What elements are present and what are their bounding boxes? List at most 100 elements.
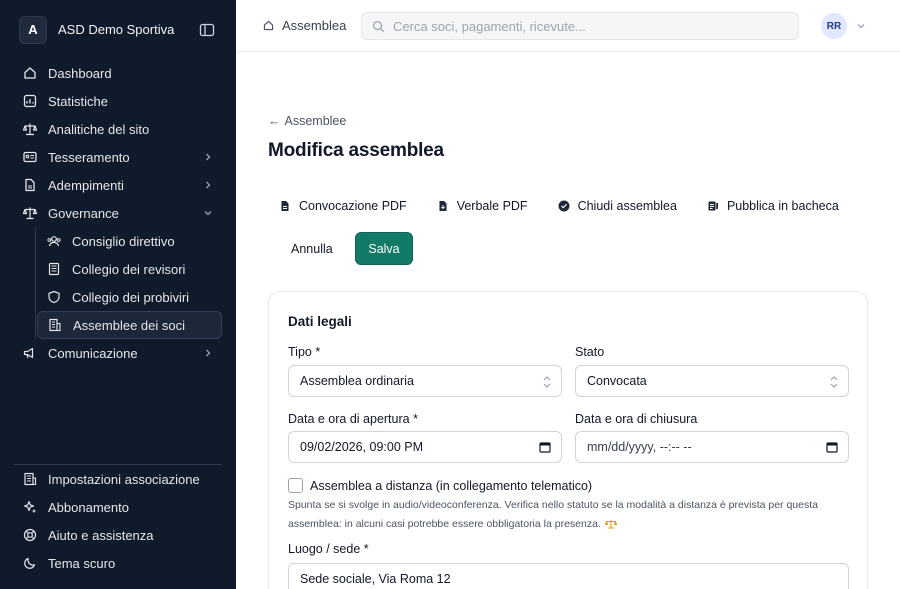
save-button[interactable]: Salva xyxy=(355,232,413,265)
cancel-button[interactable]: Annulla xyxy=(280,235,344,263)
page-title: Modifica assemblea xyxy=(268,140,444,161)
building-settings-icon xyxy=(22,471,38,487)
sidebar-item-label: Assemblee dei soci xyxy=(73,317,185,333)
stato-value: Convocata xyxy=(587,374,647,388)
people-icon xyxy=(46,233,62,249)
brand-name: ASD Demo Sportiva xyxy=(58,22,175,37)
file-download-icon xyxy=(437,200,449,212)
sidebar-item-tema-scuro[interactable]: Tema scuro xyxy=(14,549,222,577)
sidebar-item-label: Comunicazione xyxy=(48,345,138,361)
sidebar-item-label: Adempimenti xyxy=(48,177,124,193)
home-icon xyxy=(262,19,275,32)
avatar: RR xyxy=(821,13,847,39)
id-card-icon xyxy=(22,149,38,165)
chiusura-input[interactable]: mm/dd/yyyy, --:-- -- xyxy=(575,431,849,463)
apertura-input[interactable]: 09/02/2026, 09:00 PM xyxy=(288,431,562,463)
sidebar-item-governance[interactable]: Governance xyxy=(14,199,222,227)
action-toolbar: Convocazione PDF Verbale PDF Chiudi asse… xyxy=(268,192,858,220)
sidebar-toggle-icon[interactable] xyxy=(198,21,216,39)
distanza-checkbox[interactable] xyxy=(288,478,303,493)
sidebar-item-adempimenti[interactable]: Adempimenti xyxy=(14,171,222,199)
balance-warning-icon xyxy=(604,519,617,529)
sidebar-item-analitiche[interactable]: Analitiche del sito xyxy=(14,115,222,143)
breadcrumb[interactable]: Assemblea xyxy=(262,18,346,33)
file-icon xyxy=(279,200,291,212)
brand-avatar: A xyxy=(19,15,47,44)
select-arrows-icon xyxy=(542,375,552,389)
balance-icon xyxy=(22,205,38,221)
lifebuoy-icon xyxy=(22,527,38,543)
sidebar-item-statistiche[interactable]: Statistiche xyxy=(14,87,222,115)
shield-icon xyxy=(46,289,62,305)
governance-submenu: Consiglio direttivo Collegio dei revisor… xyxy=(35,227,222,339)
sidebar-item-collegio-probiviri[interactable]: Collegio dei probiviri xyxy=(37,283,222,311)
user-menu[interactable]: RR xyxy=(821,13,867,39)
topbar: Assemblea RR xyxy=(236,0,900,52)
sidebar-item-tesseramento[interactable]: Tesseramento xyxy=(14,143,222,171)
distanza-help-text: assemblea: in alcuni casi potrebbe esser… xyxy=(288,518,601,530)
verbale-pdf-button[interactable]: Verbale PDF xyxy=(426,192,539,220)
sidebar-item-aiuto[interactable]: Aiuto e assistenza xyxy=(14,521,222,549)
sidebar-item-label: Impostazioni associazione xyxy=(48,471,200,487)
sidebar-item-comunicazione[interactable]: Comunicazione xyxy=(14,339,222,367)
sidebar-item-label: Abbonamento xyxy=(48,499,129,515)
stato-select[interactable]: Convocata xyxy=(575,365,849,397)
calendar-icon[interactable] xyxy=(826,441,838,453)
action-label: Convocazione PDF xyxy=(299,199,407,213)
board-icon xyxy=(707,200,719,212)
distanza-checkbox-row[interactable]: Assemblea a distanza (in collegamento te… xyxy=(288,478,592,493)
sidebar-item-label: Aiuto e assistenza xyxy=(48,527,154,543)
tipo-label: Tipo * xyxy=(288,345,321,359)
chiudi-assemblea-button[interactable]: Chiudi assemblea xyxy=(547,192,688,220)
sidebar-item-consiglio-direttivo[interactable]: Consiglio direttivo xyxy=(37,227,222,255)
brand[interactable]: A ASD Demo Sportiva xyxy=(19,15,216,44)
pubblica-bacheca-button[interactable]: Pubblica in bacheca xyxy=(696,192,850,220)
distanza-help: Spunta se si svolge in audio/videoconfer… xyxy=(288,496,848,534)
sparkle-icon xyxy=(22,499,38,515)
stato-label: Stato xyxy=(575,345,605,359)
luogo-value: Sede sociale, Via Roma 12 xyxy=(300,572,451,586)
sidebar-item-label: Governance xyxy=(48,205,119,221)
ledger-icon xyxy=(46,261,62,277)
scale-icon xyxy=(22,121,38,137)
home-icon xyxy=(22,65,38,81)
convocazione-pdf-button[interactable]: Convocazione PDF xyxy=(268,192,418,220)
chiusura-value: mm/dd/yyyy, --:-- -- xyxy=(587,440,692,454)
tipo-value: Assemblea ordinaria xyxy=(300,374,414,388)
tipo-select[interactable]: Assemblea ordinaria xyxy=(288,365,562,397)
sidebar-item-label: Consiglio direttivo xyxy=(72,233,175,249)
sidebar-nav: Dashboard Statistiche Analitiche del sit… xyxy=(14,59,222,367)
sidebar-item-label: Tesseramento xyxy=(48,149,130,165)
sidebar-item-label: Dashboard xyxy=(48,65,112,81)
apertura-value: 09/02/2026, 09:00 PM xyxy=(300,440,424,454)
building-icon xyxy=(47,317,63,333)
sidebar-bottom-nav: Impostazioni associazione Abbonamento Ai… xyxy=(14,465,222,577)
distanza-label: Assemblea a distanza (in collegamento te… xyxy=(310,478,593,493)
action-label: Chiudi assemblea xyxy=(577,199,677,213)
sidebar-item-assemblee-soci[interactable]: Assemblee dei soci xyxy=(37,311,222,339)
sidebar-item-collegio-revisori[interactable]: Collegio dei revisori xyxy=(37,255,222,283)
luogo-input[interactable]: Sede sociale, Via Roma 12 xyxy=(288,563,849,589)
chiusura-label: Data e ora di chiusura xyxy=(575,412,698,426)
sidebar-item-abbonamento[interactable]: Abbonamento xyxy=(14,493,222,521)
back-link[interactable]: ← Assemblee xyxy=(268,114,346,128)
breadcrumb-label: Assemblea xyxy=(282,18,347,33)
chart-icon xyxy=(22,93,38,109)
calendar-icon[interactable] xyxy=(539,441,551,453)
arrow-left-icon: ← xyxy=(268,114,281,128)
search-input[interactable] xyxy=(393,18,773,34)
section-title: Dati legali xyxy=(288,314,352,329)
apertura-label: Data e ora di apertura * xyxy=(288,412,418,426)
action-label: Pubblica in bacheca xyxy=(726,199,839,213)
sidebar-item-label: Collegio dei revisori xyxy=(72,261,186,277)
search-box[interactable] xyxy=(361,12,799,40)
back-link-label: Assemblee xyxy=(284,114,347,128)
sidebar-item-label: Collegio dei probiviri xyxy=(72,289,190,305)
sidebar-item-label: Analitiche del sito xyxy=(48,121,150,137)
sidebar-item-dashboard[interactable]: Dashboard xyxy=(14,59,222,87)
distanza-help-line-2: assemblea: in alcuni casi potrebbe esser… xyxy=(288,515,848,534)
search-icon xyxy=(372,20,385,33)
chevron-down-icon xyxy=(855,20,867,32)
action-label: Verbale PDF xyxy=(456,199,528,213)
sidebar-item-impostazioni[interactable]: Impostazioni associazione xyxy=(14,465,222,493)
